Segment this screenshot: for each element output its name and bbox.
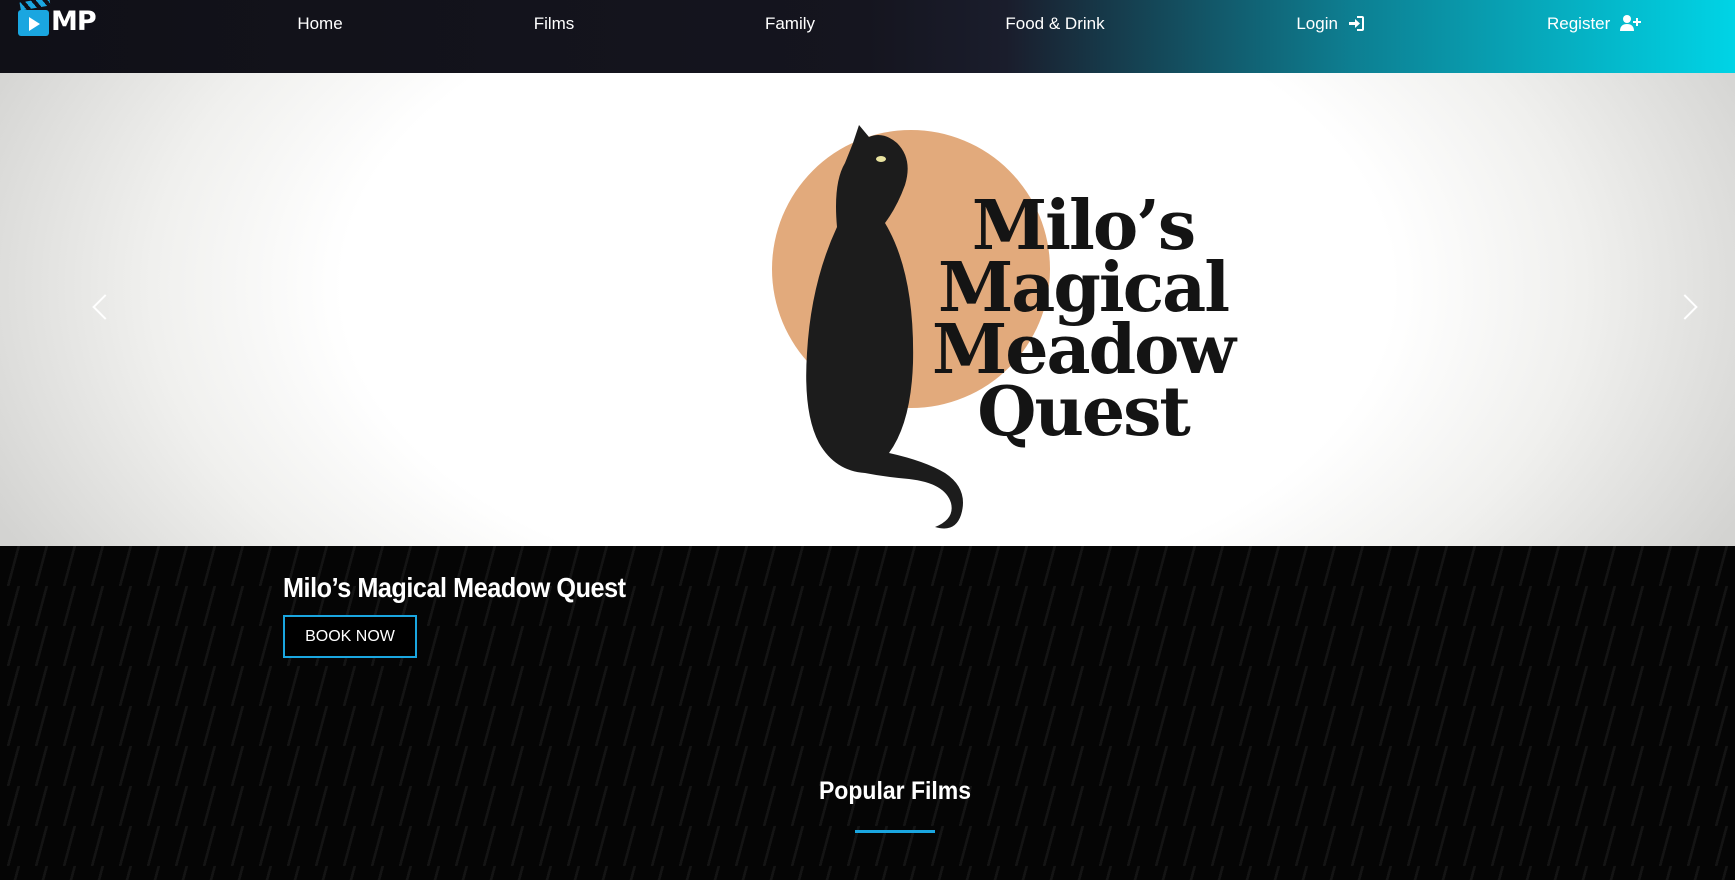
heading-underline bbox=[855, 830, 935, 833]
hero-film-poster: Milo’s Magical Meadow Quest bbox=[760, 93, 1236, 543]
nav-register-label: Register bbox=[1547, 14, 1611, 33]
hero-carousel: Milo’s Magical Meadow Quest bbox=[0, 73, 1735, 546]
sign-in-icon bbox=[1348, 16, 1364, 36]
user-plus-icon bbox=[1620, 15, 1642, 36]
nav-home[interactable]: Home bbox=[295, 14, 345, 36]
top-navbar: MP Home Films Family Food & Drink Login … bbox=[0, 0, 1735, 73]
nav-register[interactable]: Register bbox=[1547, 14, 1642, 36]
popular-films-heading: Popular Films bbox=[818, 777, 972, 805]
chevron-left-icon[interactable] bbox=[90, 292, 112, 322]
carousel-caption-title: Milo’s Magical Meadow Quest bbox=[283, 572, 626, 603]
nav-films[interactable]: Films bbox=[531, 14, 577, 36]
chevron-right-icon[interactable] bbox=[1678, 292, 1700, 322]
logo-text: MP bbox=[51, 6, 97, 37]
nav-login-label: Login bbox=[1296, 14, 1338, 33]
book-now-button[interactable]: BOOK NOW bbox=[283, 615, 417, 658]
nav-food-drink[interactable]: Food & Drink bbox=[1002, 14, 1108, 36]
poster-title: Milo’s Magical Meadow Quest bbox=[932, 186, 1236, 452]
nav-login[interactable]: Login bbox=[1294, 14, 1366, 36]
site-logo[interactable]: MP bbox=[18, 0, 98, 40]
nav-family[interactable]: Family bbox=[762, 14, 818, 36]
clapper-icon bbox=[19, 0, 51, 11]
